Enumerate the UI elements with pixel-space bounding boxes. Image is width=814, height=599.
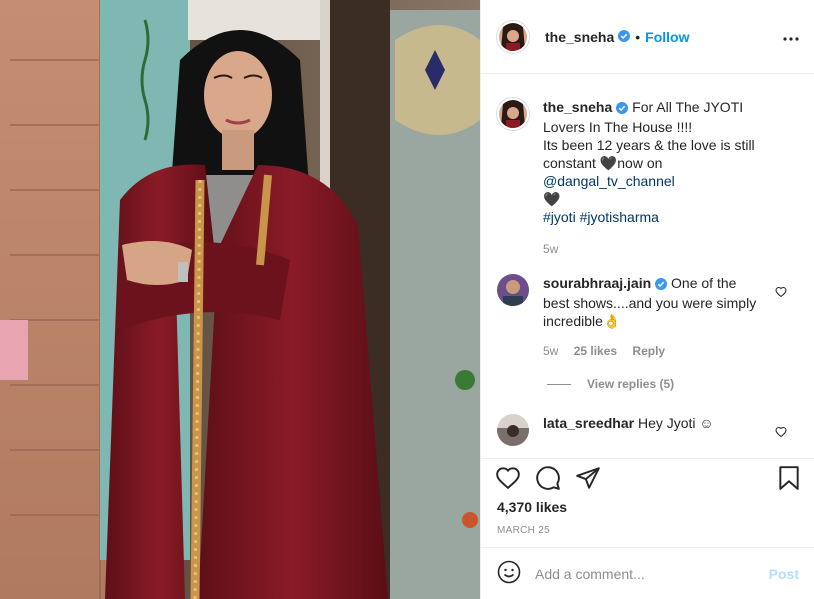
likes-count[interactable]: 4,370 likes <box>497 499 567 515</box>
commenter-avatar[interactable] <box>497 414 529 446</box>
add-comment-input[interactable] <box>535 565 755 582</box>
mention-link[interactable]: @dangal_tv_channel <box>543 173 675 189</box>
commenter-username[interactable]: lata_sreedhar <box>543 415 634 431</box>
comment-item: sourabhraaj.jain One of the best shows..… <box>497 274 763 360</box>
view-replies-line <box>547 383 571 385</box>
post-header: the_sneha • Follow <box>481 0 814 74</box>
verified-badge-icon <box>618 29 631 45</box>
caption-text: now on <box>617 155 663 171</box>
comment-like-heart-icon[interactable] <box>775 424 787 440</box>
separator-dot: • <box>635 28 641 45</box>
comment-time[interactable]: 5w <box>543 344 558 358</box>
smiling-face-emoji: ☺ <box>699 415 714 431</box>
caption: the_sneha For All The JYOTI Lovers In Th… <box>497 98 781 258</box>
black-heart-emoji: 🖤 <box>599 155 618 171</box>
caption-username[interactable]: the_sneha <box>543 99 612 115</box>
author-username[interactable]: the_sneha <box>545 29 614 45</box>
hashtag-link[interactable]: #jyoti <box>543 209 576 225</box>
verified-badge-icon <box>616 100 629 118</box>
post-comment-button[interactable]: Post <box>769 566 799 582</box>
caption-author-avatar[interactable] <box>497 98 529 130</box>
follow-button[interactable]: Follow <box>645 29 689 45</box>
view-replies-label: View replies (5) <box>587 377 675 391</box>
post-date[interactable]: MARCH 25 <box>497 525 550 536</box>
comment-likes[interactable]: 25 likes <box>574 344 617 358</box>
emoji-smiley-icon[interactable] <box>497 560 521 587</box>
reply-button[interactable]: Reply <box>632 344 665 358</box>
black-heart-emoji: 🖤 <box>543 191 561 207</box>
view-replies-button[interactable]: View replies (5) <box>547 377 674 391</box>
comment-item: lata_sreedhar Hey Jyoti ☺ <box>497 414 763 446</box>
share-paper-plane-icon[interactable] <box>575 465 601 494</box>
add-comment-bar: Post <box>481 547 814 599</box>
comment-like-heart-icon[interactable] <box>775 284 787 300</box>
save-bookmark-icon[interactable] <box>777 465 801 494</box>
comments-list[interactable]: the_sneha For All The JYOTI Lovers In Th… <box>481 74 814 458</box>
author-avatar[interactable] <box>497 20 529 53</box>
post-side-panel: the_sneha • Follow the_sneha For All The… <box>480 0 814 599</box>
caption-time[interactable]: 5w <box>543 242 558 256</box>
like-heart-icon[interactable] <box>495 465 521 492</box>
comment-bubble-icon[interactable] <box>535 465 561 494</box>
commenter-username[interactable]: sourabhraaj.jain <box>543 275 651 291</box>
hashtag-link[interactable]: #jyotisharma <box>580 209 659 225</box>
post-actions: 4,370 likes MARCH 25 <box>481 458 814 536</box>
ok-hand-emoji: 👌 <box>602 313 621 329</box>
commenter-avatar[interactable] <box>497 274 529 306</box>
more-options-icon[interactable] <box>783 28 799 44</box>
post-photo[interactable] <box>0 0 480 599</box>
verified-badge-icon <box>655 276 668 294</box>
comment-text: Hey Jyoti <box>637 415 696 431</box>
